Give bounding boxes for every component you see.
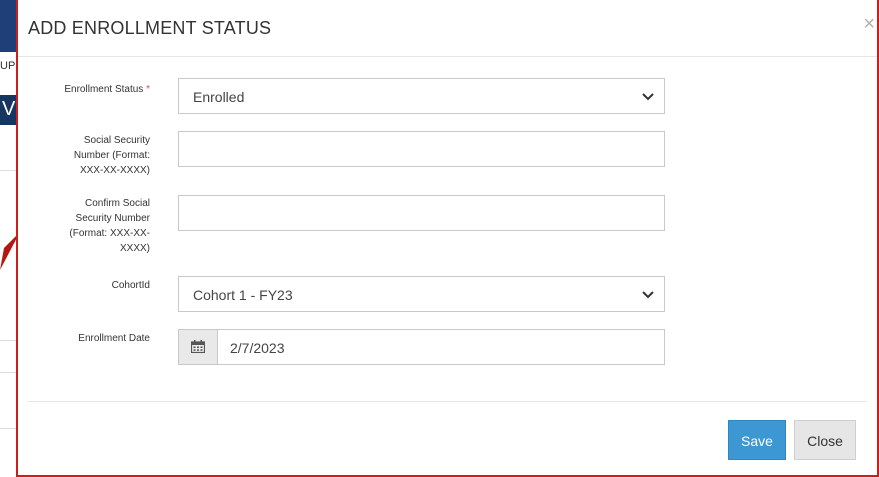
save-button[interactable]: Save [728, 420, 786, 460]
calendar-button[interactable] [179, 330, 218, 364]
ssn-input[interactable] [178, 131, 665, 167]
confirm-ssn-label: Confirm Social Security Number (Format: … [69, 198, 150, 254]
enrollment-status-label: Enrollment Status * [64, 84, 150, 95]
calendar-icon [191, 340, 205, 353]
enrollment-date-label: Enrollment Date [78, 333, 150, 344]
cohort-value: Cohort 1 - FY23 [193, 287, 293, 303]
modal-title: ADD ENROLLMENT STATUS [28, 18, 272, 38]
enrollment-status-value: Enrolled [193, 89, 245, 105]
close-icon[interactable]: × [863, 14, 875, 34]
ssn-label: Social Security Number (Format: XXX-XX-X… [73, 135, 150, 176]
enrollment-date-value: 2/7/2023 [230, 340, 285, 356]
confirm-ssn-input[interactable] [178, 195, 665, 231]
enrollment-date-input[interactable]: 2/7/2023 [178, 329, 665, 365]
add-enrollment-status-modal: ADD ENROLLMENT STATUS × Enrollment Statu… [16, 0, 879, 477]
cohort-select[interactable]: Cohort 1 - FY23 [178, 276, 665, 312]
enrollment-status-select[interactable]: Enrolled [178, 78, 665, 114]
close-button[interactable]: Close [794, 420, 856, 460]
chevron-down-icon [642, 93, 654, 101]
chevron-down-icon [642, 291, 654, 299]
cohort-label: CohortId [111, 280, 150, 291]
required-marker: * [146, 84, 150, 95]
modal-footer-divider [28, 401, 867, 402]
modal-header: ADD ENROLLMENT STATUS × [18, 0, 877, 57]
